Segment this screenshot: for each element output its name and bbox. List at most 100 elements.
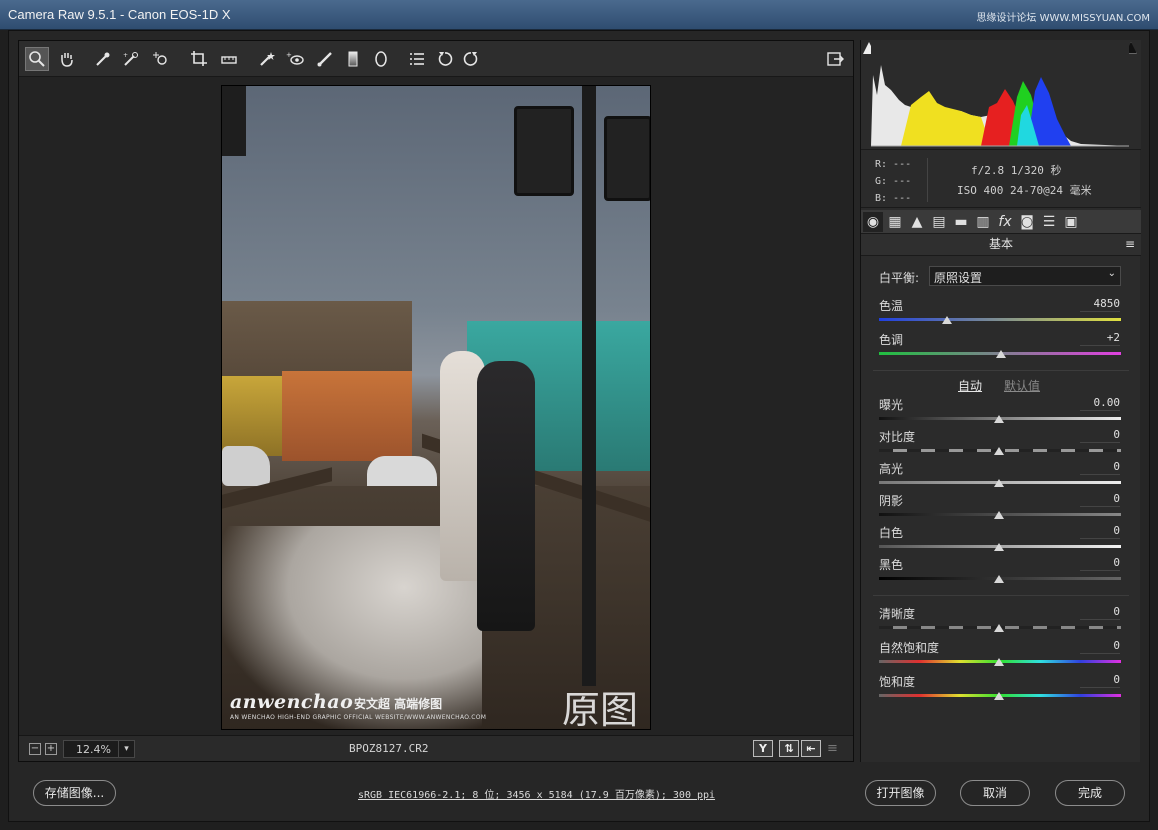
default-link[interactable]: 默认值 [1004, 377, 1040, 394]
copy-settings-icon[interactable]: ⇤ [801, 740, 821, 757]
contrast-label: 对比度 [879, 430, 916, 444]
vibrance-value[interactable]: 0 [1080, 639, 1120, 654]
status-bar: − + 12.4% ▾ BPOZ8127.CR2 Y ⇅ ⇤ ≡ [19, 735, 853, 761]
whites-slider-thumb[interactable] [994, 543, 1004, 551]
zoom-out-button[interactable]: − [29, 743, 41, 755]
zoom-tool-icon[interactable] [25, 47, 49, 71]
radial-filter-tool-icon[interactable] [369, 47, 393, 71]
detail-icon[interactable]: ▲ [907, 212, 927, 232]
highlights-label: 高光 [879, 462, 904, 476]
basic-icon[interactable]: ◉ [863, 212, 883, 232]
targeted-adjustment-tool-icon[interactable] [149, 47, 173, 71]
shadows-slider-thumb[interactable] [994, 511, 1004, 519]
straighten-tool-icon[interactable] [217, 47, 241, 71]
right-panel: R: --- G: --- B: --- f/2.8 1/320 秒 ISO 4… [860, 40, 1141, 762]
highlights-slider-thumb[interactable] [994, 479, 1004, 487]
hsl-icon[interactable]: ▤ [929, 212, 949, 232]
photo-watermark-cn: 安文超 高端修图 [354, 697, 443, 711]
adjustment-brush-tool-icon[interactable] [313, 47, 337, 71]
panel-tabs: ◉ ▦ ▲ ▤ ▬ ▥ fx ◙ ☰ ▣ [861, 210, 1141, 234]
zoom-in-button[interactable]: + [45, 743, 57, 755]
saturation-label: 饱和度 [879, 675, 916, 689]
histogram-graph [871, 45, 1129, 147]
photo-watermark: anwenchao [230, 691, 354, 713]
image-viewer: + + anwenchao 安文超 高端修图 AN WENCHAO HIGH-E… [18, 40, 854, 762]
tint-label: 色调 [879, 333, 904, 347]
before-after-view-button[interactable]: Y [753, 740, 773, 757]
highlights-value[interactable]: 0 [1080, 460, 1120, 475]
blacks-label: 黑色 [879, 558, 904, 572]
svg-text:+: + [286, 51, 292, 59]
toggle-settings-icon[interactable]: ≡ [827, 741, 838, 756]
svg-text:+: + [123, 52, 128, 59]
exposure-label: 曝光 [879, 398, 904, 412]
whites-value[interactable]: 0 [1080, 524, 1120, 539]
photo-watermark-sub: AN WENCHAO HIGH-END GRAPHIC OFFICIAL WEB… [230, 714, 487, 721]
chevron-down-icon: ⌄ [1107, 268, 1116, 279]
panel-menu-icon[interactable]: ≡ [1125, 234, 1135, 254]
window-title: Camera Raw 9.5.1 - Canon EOS-1D X [8, 7, 231, 22]
iso-lens-info: ISO 400 24-70@24 毫米 [957, 184, 1092, 197]
exposure-info: f/2.8 1/320 秒 [971, 164, 1062, 177]
tint-value[interactable]: +2 [1080, 331, 1120, 346]
temp-slider[interactable] [879, 318, 1121, 321]
clarity-value[interactable]: 0 [1080, 605, 1120, 620]
zoom-select[interactable]: 12.4% ▾ [63, 740, 135, 758]
workflow-options-link[interactable]: sRGB IEC61966-2.1; 8 位; 3456 x 5184 (17.… [358, 786, 715, 801]
tint-slider-thumb[interactable] [996, 350, 1006, 358]
color-sampler-tool-icon[interactable]: + [119, 47, 143, 71]
blacks-slider-thumb[interactable] [994, 575, 1004, 583]
preview-photo: anwenchao 安文超 高端修图 AN WENCHAO HIGH-END G… [221, 85, 651, 730]
red-eye-tool-icon[interactable]: + [283, 47, 307, 71]
presets-icon[interactable]: ☰ [1039, 212, 1059, 232]
wb-label: 白平衡: [879, 271, 920, 285]
presets-list-icon[interactable] [405, 47, 429, 71]
rotate-cw-icon[interactable] [459, 47, 483, 71]
open-dialog-icon[interactable] [823, 47, 847, 71]
cancel-button[interactable]: 取消 [960, 780, 1030, 806]
hand-tool-icon[interactable] [55, 47, 79, 71]
contrast-slider-thumb[interactable] [994, 447, 1004, 455]
white-balance-tool-icon[interactable] [91, 47, 115, 71]
wb-select[interactable]: 原照设置 ⌄ [929, 266, 1121, 286]
spot-removal-tool-icon[interactable] [255, 47, 279, 71]
open-image-button[interactable]: 打开图像 [865, 780, 936, 806]
tool-bar: + + [19, 41, 853, 77]
green-readout: G: --- [875, 176, 912, 187]
shadows-label: 阴影 [879, 494, 904, 508]
title-bar: Camera Raw 9.5.1 - Canon EOS-1D X 思缘设计论坛… [0, 0, 1158, 30]
contrast-value[interactable]: 0 [1080, 428, 1120, 443]
saturation-value[interactable]: 0 [1080, 673, 1120, 688]
photo-caption: 原图 [562, 688, 639, 730]
crop-tool-icon[interactable] [187, 47, 211, 71]
lens-icon[interactable]: ▥ [973, 212, 993, 232]
chevron-down-icon: ▾ [118, 741, 134, 757]
fx-icon[interactable]: fx [995, 212, 1015, 232]
vibrance-slider-thumb[interactable] [994, 658, 1004, 666]
whites-label: 白色 [879, 526, 904, 540]
image-canvas[interactable]: anwenchao 安文超 高端修图 AN WENCHAO HIGH-END G… [19, 77, 853, 735]
wb-value: 原照设置 [934, 271, 983, 285]
histogram [861, 40, 1141, 150]
zoom-value: 12.4% [76, 743, 111, 756]
done-button[interactable]: 完成 [1055, 780, 1125, 806]
split-toning-icon[interactable]: ▬ [951, 212, 971, 232]
snapshots-icon[interactable]: ▣ [1061, 212, 1081, 232]
shadows-value[interactable]: 0 [1080, 492, 1120, 507]
rotate-ccw-icon[interactable] [433, 47, 457, 71]
auto-link[interactable]: 自动 [958, 377, 982, 394]
saturation-slider-thumb[interactable] [994, 692, 1004, 700]
exposure-value[interactable]: 0.00 [1080, 396, 1120, 411]
temp-slider-thumb[interactable] [942, 316, 952, 324]
graduated-filter-tool-icon[interactable] [341, 47, 365, 71]
clarity-slider-thumb[interactable] [994, 624, 1004, 632]
camera-calibration-icon[interactable]: ◙ [1017, 212, 1037, 232]
vibrance-label: 自然饱和度 [879, 641, 940, 655]
panel-title-bar: 基本 ≡ [861, 234, 1141, 256]
save-image-button[interactable]: 存储图像... [33, 780, 116, 806]
tone-curve-icon[interactable]: ▦ [885, 212, 905, 232]
swap-settings-icon[interactable]: ⇅ [779, 740, 799, 757]
exposure-slider-thumb[interactable] [994, 415, 1004, 423]
blacks-value[interactable]: 0 [1080, 556, 1120, 571]
temp-value[interactable]: 4850 [1080, 297, 1120, 312]
